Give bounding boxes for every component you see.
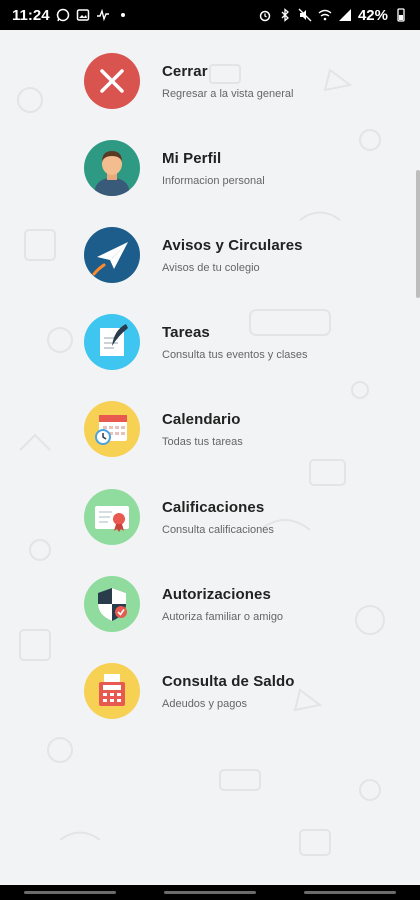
status-time: 11:24 (12, 6, 50, 24)
navigation-bar (0, 885, 420, 900)
menu-item-cerrar[interactable]: Cerrar Regresar a la vista general (84, 52, 404, 110)
alarm-icon (258, 8, 272, 22)
menu-subtitle: Regresar a la vista general (162, 87, 294, 100)
back-button[interactable] (304, 891, 396, 894)
cash-register-icon (84, 663, 140, 719)
menu-item-calificaciones[interactable]: Calificaciones Consulta calificaciones (84, 488, 404, 546)
menu-subtitle: Consulta tus eventos y clases (162, 348, 308, 361)
battery-icon (394, 8, 408, 22)
menu-title: Calificaciones (162, 498, 265, 516)
status-left: 11:24 (12, 7, 130, 24)
menu-text: Cerrar Regresar a la vista general (162, 63, 293, 100)
menu-text: Calificaciones Consulta calificaciones (162, 499, 274, 536)
menu-item-mi-perfil[interactable]: Mi Perfil Informacion personal (84, 139, 404, 197)
home-button[interactable] (164, 891, 256, 894)
scroll-indicator[interactable] (416, 170, 420, 298)
menu-text: Avisos y Circulares Avisos de tu colegio (162, 237, 303, 274)
menu-title: Consulta de Saldo (162, 672, 295, 690)
menu-title: Cerrar (162, 62, 208, 80)
signal-icon (338, 8, 352, 22)
menu-text: Consulta de Saldo Adeudos y pagos (162, 673, 295, 710)
quill-paper-icon (84, 314, 140, 370)
menu-item-avisos-circulares[interactable]: Avisos y Circulares Avisos de tu colegio (84, 226, 404, 284)
status-bar: 11:24 42% (0, 0, 420, 30)
mute-icon (298, 8, 312, 22)
calendar-clock-icon (84, 401, 140, 457)
menu-text: Autorizaciones Autoriza familiar o amigo (162, 586, 283, 623)
close-icon (84, 53, 140, 109)
menu-text: Tareas Consulta tus eventos y clases (162, 324, 308, 361)
menu-subtitle: Avisos de tu colegio (162, 261, 260, 274)
status-right: 42% (258, 7, 408, 24)
menu-title: Calendario (162, 410, 241, 428)
battery-percentage: 42% (357, 6, 388, 24)
menu-item-calendario[interactable]: Calendario Todas tus tareas (84, 400, 404, 458)
bluetooth-icon (278, 8, 292, 22)
gallery-icon (76, 8, 90, 22)
menu-item-consulta-saldo[interactable]: Consulta de Saldo Adeudos y pagos (84, 662, 404, 720)
paper-plane-icon (84, 227, 140, 283)
menu-title: Tareas (162, 323, 210, 341)
menu-item-tareas[interactable]: Tareas Consulta tus eventos y clases (84, 313, 404, 371)
menu-title: Autorizaciones (162, 585, 271, 603)
profile-icon (84, 140, 140, 196)
menu-text: Calendario Todas tus tareas (162, 411, 243, 448)
menu-item-autorizaciones[interactable]: Autorizaciones Autoriza familiar o amigo (84, 575, 404, 633)
activity-icon (96, 8, 110, 22)
menu-title: Avisos y Circulares (162, 236, 303, 254)
menu-text: Mi Perfil Informacion personal (162, 150, 265, 187)
menu-subtitle: Informacion personal (162, 174, 265, 187)
shield-check-icon (84, 576, 140, 632)
menu-subtitle: Consulta calificaciones (162, 523, 274, 536)
menu-subtitle: Autoriza familiar o amigo (162, 610, 284, 623)
dot-icon (116, 8, 130, 22)
recent-apps-button[interactable] (24, 891, 116, 894)
menu-title: Mi Perfil (162, 149, 222, 167)
menu-subtitle: Adeudos y pagos (162, 697, 248, 710)
menu-subtitle: Todas tus tareas (162, 435, 243, 448)
whatsapp-icon (56, 8, 70, 22)
certificate-icon (84, 489, 140, 545)
wifi-icon (318, 8, 332, 22)
